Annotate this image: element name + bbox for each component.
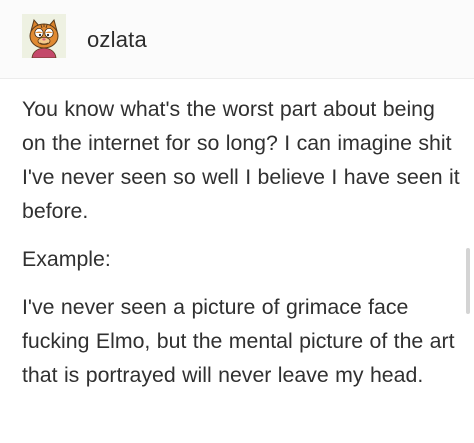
scrollbar[interactable] [466, 248, 470, 314]
avatar[interactable] [22, 14, 66, 58]
post-paragraph-1: You know what's the worst part about bei… [22, 97, 460, 223]
cartoon-cat-avatar-icon [22, 14, 66, 58]
username[interactable]: ozlata [87, 25, 147, 55]
post-paragraph-3: I've never seen a picture of grimace fac… [22, 295, 455, 387]
post-card: ozlata You know what's the worst part ab… [0, 0, 474, 443]
post-paragraph-2: Example: [22, 247, 111, 271]
post-header: ozlata [0, 0, 474, 79]
post-body: You know what's the worst part about bei… [22, 92, 462, 406]
